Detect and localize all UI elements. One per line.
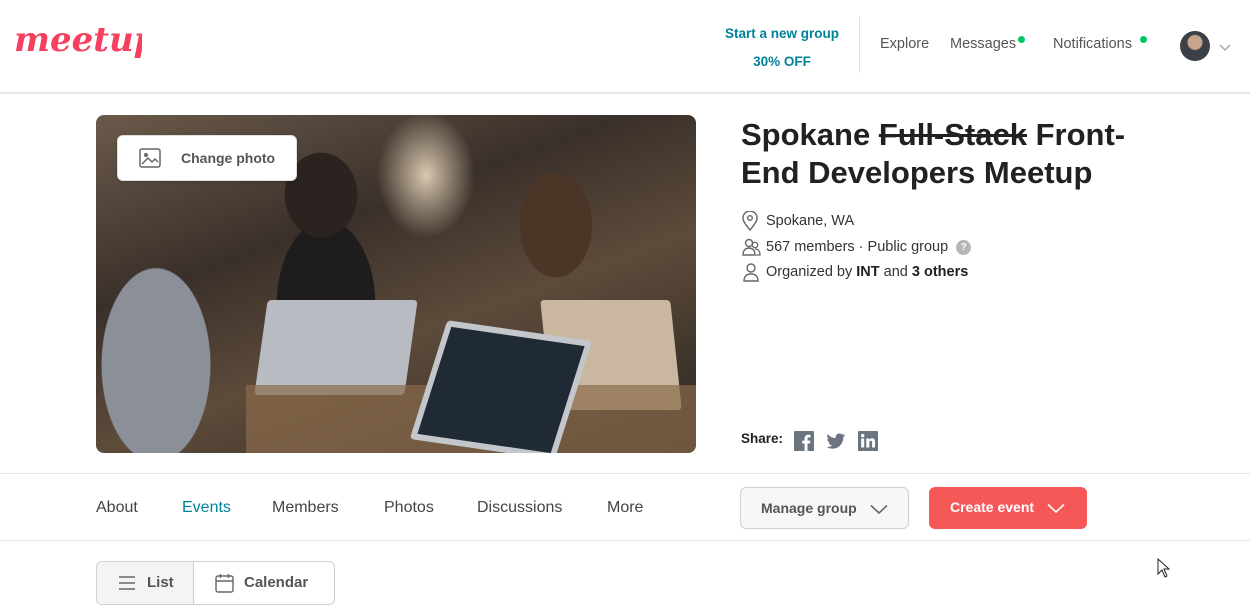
- group-title: Spokane Full-Stack Front-End Developers …: [741, 117, 1126, 190]
- calendar-icon: [215, 573, 234, 598]
- nav-notifications[interactable]: Notifications: [1053, 36, 1132, 52]
- tab-about[interactable]: About: [96, 499, 138, 517]
- twitter-icon[interactable]: [826, 431, 846, 451]
- messages-unread-dot: [1018, 36, 1025, 43]
- share-label: Share:: [741, 431, 784, 446]
- tab-events[interactable]: Events: [182, 499, 231, 517]
- group-members-info: 567 members · Public group?: [741, 237, 1001, 259]
- top-header: meetup Start a new group 30% OFF Explore…: [0, 0, 1250, 94]
- nav-messages[interactable]: Messages: [950, 36, 1016, 52]
- location-pin-icon: [741, 210, 759, 235]
- chevron-down-icon: [1047, 501, 1065, 517]
- start-new-group-link[interactable]: Start a new group: [712, 20, 852, 48]
- promo-discount[interactable]: 30% OFF: [712, 48, 852, 76]
- svg-text:meetup: meetup: [14, 20, 142, 60]
- chevron-down-icon: [870, 502, 888, 518]
- person-icon: [741, 262, 761, 286]
- user-avatar[interactable]: [1180, 31, 1210, 61]
- linkedin-icon[interactable]: [858, 431, 878, 451]
- create-event-button[interactable]: Create event: [929, 487, 1087, 529]
- change-photo-label: Change photo: [181, 150, 276, 166]
- list-view-button[interactable]: List: [97, 562, 194, 604]
- list-icon: [118, 575, 136, 596]
- calendar-view-button[interactable]: Calendar: [194, 562, 334, 604]
- mouse-cursor-icon: [1157, 557, 1171, 583]
- members-icon: [741, 237, 761, 261]
- group-location: Spokane, WA: [741, 210, 941, 235]
- group-organizers: Organized by INT and 3 others: [741, 262, 1001, 284]
- tab-discussions[interactable]: Discussions: [477, 499, 562, 517]
- struck-word: Full-Stack: [878, 117, 1027, 152]
- tab-members[interactable]: Members: [272, 499, 339, 517]
- meetup-logo[interactable]: meetup: [12, 18, 158, 68]
- notifications-unread-dot: [1140, 36, 1147, 43]
- organizer-name[interactable]: INT: [856, 264, 879, 280]
- events-view-toggle: List Calendar: [96, 561, 335, 605]
- manage-group-button[interactable]: Manage group: [740, 487, 909, 529]
- tab-photos[interactable]: Photos: [384, 499, 434, 517]
- change-photo-button[interactable]: Change photo: [117, 135, 297, 181]
- chevron-down-icon[interactable]: [1219, 39, 1231, 57]
- facebook-icon[interactable]: [794, 431, 814, 451]
- start-group-promo[interactable]: Start a new group 30% OFF: [712, 20, 852, 76]
- group-type: Public group: [867, 239, 949, 255]
- nav-explore[interactable]: Explore: [880, 36, 929, 52]
- meetup-logo-icon: meetup: [14, 20, 158, 60]
- image-icon: [139, 148, 161, 173]
- other-organizers-link[interactable]: 3 others: [912, 264, 968, 280]
- member-count[interactable]: 567 members: [766, 239, 855, 255]
- group-nav-bar: About Events Members Photos Discussions …: [0, 473, 1250, 541]
- tab-more[interactable]: More: [607, 499, 643, 517]
- help-icon[interactable]: ?: [956, 240, 972, 255]
- header-divider: [859, 17, 860, 73]
